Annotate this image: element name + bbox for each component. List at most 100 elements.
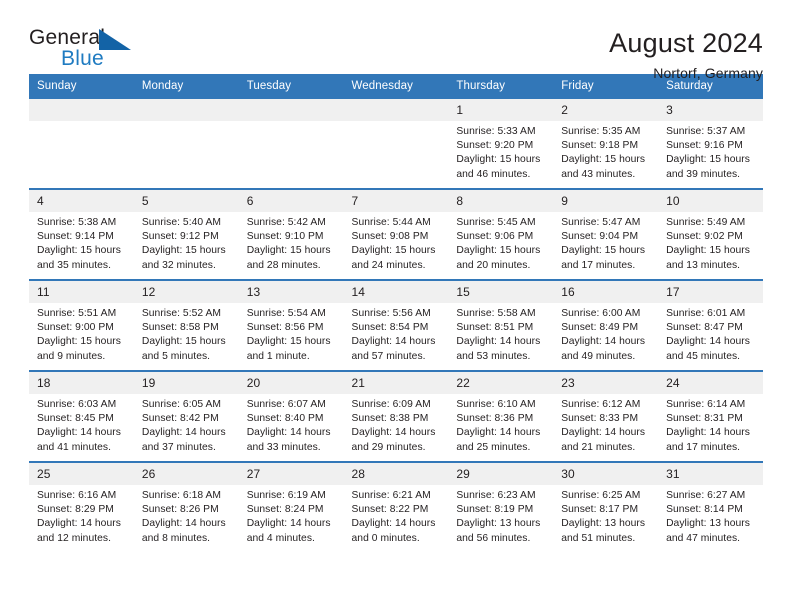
day-number: 27 bbox=[238, 463, 344, 485]
sunset-text: Sunset: 9:04 PM bbox=[561, 231, 639, 243]
calendar-day-cell[interactable]: 29 Sunrise: 6:23 AM Sunset: 8:19 PM Dayligh… bbox=[448, 461, 554, 552]
day-number bbox=[133, 99, 239, 121]
sunset-text: Sunset: 9:10 PM bbox=[246, 231, 324, 243]
sunset-text: Sunset: 9:00 PM bbox=[37, 322, 114, 334]
calendar-day-cell[interactable]: 13 Sunrise: 5:54 AM Sunset: 8:56 PM Dayligh… bbox=[238, 279, 344, 371]
calendar-day-cell[interactable]: 21 Sunrise: 6:09 AM Sunset: 8:38 PM Dayligh… bbox=[343, 370, 449, 462]
day-details: Sunrise: 5:40 AM Sunset: 9:12 PM Daylight:… bbox=[134, 212, 239, 273]
sunset-text: Sunset: 9:18 PM bbox=[561, 140, 639, 152]
calendar-day-cell[interactable]: 9 Sunrise: 5:47 AM Sunset: 9:04 PM Daylight… bbox=[553, 188, 659, 280]
daylight-text: Daylight: 14 hours and 37 minutes. bbox=[141, 427, 226, 453]
daylight-text: Daylight: 14 hours and 0 minutes. bbox=[351, 518, 436, 544]
general-blue-logo[interactable]: General Blue bbox=[29, 26, 139, 74]
calendar-day-cell[interactable]: 12 Sunrise: 5:52 AM Sunset: 8:58 PM Dayligh… bbox=[133, 279, 239, 371]
calendar-day-cell[interactable]: 2 Sunrise: 5:35 AM Sunset: 9:18 PM Daylight… bbox=[553, 99, 659, 189]
calendar-day-cell[interactable]: 20 Sunrise: 6:07 AM Sunset: 8:40 PM Dayligh… bbox=[238, 370, 344, 462]
calendar-week-row: 18 Sunrise: 6:03 AM Sunset: 8:45 PM Dayligh… bbox=[29, 370, 763, 462]
sunrise-text: Sunrise: 5:56 AM bbox=[351, 308, 431, 319]
daylight-text: Daylight: 14 hours and 8 minutes. bbox=[141, 518, 226, 544]
calendar-day-cell[interactable]: 8 Sunrise: 5:45 AM Sunset: 9:06 PM Daylight… bbox=[448, 188, 554, 280]
sunset-text: Sunset: 8:47 PM bbox=[666, 322, 743, 334]
day-details: Sunrise: 6:25 AM Sunset: 8:17 PM Daylight:… bbox=[553, 485, 658, 546]
sunset-text: Sunset: 8:17 PM bbox=[561, 504, 639, 516]
calendar-day-cell[interactable]: 25 Sunrise: 6:16 AM Sunset: 8:29 PM Dayligh… bbox=[29, 461, 134, 552]
weekday-header-thursday: Thursday bbox=[448, 74, 554, 99]
calendar-day-cell[interactable]: 16 Sunrise: 6:00 AM Sunset: 8:49 PM Dayligh… bbox=[553, 279, 659, 371]
day-details: Sunrise: 5:37 AM Sunset: 9:16 PM Daylight:… bbox=[658, 121, 763, 182]
day-details: Sunrise: 6:14 AM Sunset: 8:31 PM Daylight:… bbox=[658, 394, 763, 455]
calendar-day-cell[interactable]: 10 Sunrise: 5:49 AM Sunset: 9:02 PM Dayligh… bbox=[658, 188, 763, 280]
calendar-day-cell[interactable]: 31 Sunrise: 6:27 AM Sunset: 8:14 PM Dayligh… bbox=[658, 461, 763, 552]
day-details: Sunrise: 6:27 AM Sunset: 8:14 PM Daylight:… bbox=[658, 485, 763, 546]
calendar-day-cell[interactable]: 5 Sunrise: 5:40 AM Sunset: 9:12 PM Daylight… bbox=[133, 188, 239, 280]
day-number: 13 bbox=[238, 281, 344, 303]
calendar-day-cell[interactable]: 7 Sunrise: 5:44 AM Sunset: 9:08 PM Daylight… bbox=[343, 188, 449, 280]
calendar-day-cell[interactable]: 4 Sunrise: 5:38 AM Sunset: 9:14 PM Daylight… bbox=[29, 188, 134, 280]
sunset-text: Sunset: 9:06 PM bbox=[456, 231, 534, 243]
calendar-week-row: 1 Sunrise: 5:33 AM Sunset: 9:20 PM Daylight… bbox=[29, 99, 763, 189]
daylight-text: Daylight: 15 hours and 20 minutes. bbox=[456, 245, 541, 271]
sunrise-text: Sunrise: 5:47 AM bbox=[561, 217, 641, 228]
sunrise-text: Sunrise: 5:40 AM bbox=[141, 217, 222, 228]
daylight-text: Daylight: 14 hours and 4 minutes. bbox=[246, 518, 331, 544]
calendar-day-cell[interactable]: 19 Sunrise: 6:05 AM Sunset: 8:42 PM Dayligh… bbox=[133, 370, 239, 462]
day-details: Sunrise: 6:12 AM Sunset: 8:33 PM Daylight:… bbox=[553, 394, 658, 455]
day-details: Sunrise: 5:49 AM Sunset: 9:02 PM Daylight:… bbox=[658, 212, 763, 273]
day-details: Sunrise: 6:03 AM Sunset: 8:45 PM Daylight:… bbox=[29, 394, 134, 455]
calendar-body: 1 Sunrise: 5:33 AM Sunset: 9:20 PM Daylight… bbox=[29, 99, 763, 552]
sunrise-text: Sunrise: 5:52 AM bbox=[141, 308, 222, 319]
day-number: 29 bbox=[448, 463, 554, 485]
calendar-day-cell[interactable]: 26 Sunrise: 6:18 AM Sunset: 8:26 PM Dayligh… bbox=[133, 461, 239, 552]
sunset-text: Sunset: 8:26 PM bbox=[141, 504, 219, 516]
calendar-day-cell[interactable]: 27 Sunrise: 6:19 AM Sunset: 8:24 PM Dayligh… bbox=[238, 461, 344, 552]
calendar-day-cell[interactable]: 14 Sunrise: 5:56 AM Sunset: 8:54 PM Dayligh… bbox=[343, 279, 449, 371]
calendar-day-cell[interactable]: 17 Sunrise: 6:01 AM Sunset: 8:47 PM Dayligh… bbox=[658, 279, 763, 371]
daylight-text: Daylight: 14 hours and 41 minutes. bbox=[37, 427, 121, 453]
daylight-text: Daylight: 14 hours and 33 minutes. bbox=[246, 427, 331, 453]
calendar-week-row: 4 Sunrise: 5:38 AM Sunset: 9:14 PM Daylight… bbox=[29, 188, 763, 280]
day-number: 19 bbox=[133, 372, 239, 394]
day-details: Sunrise: 6:00 AM Sunset: 8:49 PM Daylight:… bbox=[553, 303, 658, 364]
daylight-text: Daylight: 14 hours and 21 minutes. bbox=[561, 427, 646, 453]
sunset-text: Sunset: 8:56 PM bbox=[246, 322, 324, 334]
day-number: 23 bbox=[553, 372, 659, 394]
daylight-text: Daylight: 14 hours and 25 minutes. bbox=[456, 427, 541, 453]
day-number: 25 bbox=[29, 463, 134, 485]
weekday-header-sunday: Sunday bbox=[29, 74, 134, 99]
calendar-day-cell[interactable]: 11 Sunrise: 5:51 AM Sunset: 9:00 PM Dayligh… bbox=[29, 279, 134, 371]
day-number: 21 bbox=[343, 372, 449, 394]
sunset-text: Sunset: 9:16 PM bbox=[666, 140, 743, 152]
calendar-day-cell[interactable]: 1 Sunrise: 5:33 AM Sunset: 9:20 PM Daylight… bbox=[448, 99, 554, 189]
calendar-day-cell[interactable]: 23 Sunrise: 6:12 AM Sunset: 8:33 PM Dayligh… bbox=[553, 370, 659, 462]
sunrise-text: Sunrise: 5:35 AM bbox=[561, 126, 641, 137]
day-number: 24 bbox=[658, 372, 763, 394]
calendar-day-cell[interactable]: 3 Sunrise: 5:37 AM Sunset: 9:16 PM Daylight… bbox=[658, 99, 763, 189]
sunrise-text: Sunrise: 6:19 AM bbox=[246, 490, 326, 501]
sunset-text: Sunset: 8:45 PM bbox=[37, 413, 114, 425]
day-details: Sunrise: 5:42 AM Sunset: 9:10 PM Daylight:… bbox=[239, 212, 344, 273]
day-number bbox=[238, 99, 344, 121]
sunset-text: Sunset: 8:33 PM bbox=[561, 413, 639, 425]
sunrise-text: Sunrise: 6:05 AM bbox=[141, 399, 222, 410]
page-title: August 2024 bbox=[609, 28, 763, 58]
calendar-week-row: 11 Sunrise: 5:51 AM Sunset: 9:00 PM Dayligh… bbox=[29, 279, 763, 371]
day-details: Sunrise: 5:45 AM Sunset: 9:06 PM Daylight:… bbox=[448, 212, 553, 273]
calendar-day-cell[interactable]: 15 Sunrise: 5:58 AM Sunset: 8:51 PM Dayligh… bbox=[448, 279, 554, 371]
calendar-cell-empty bbox=[133, 99, 239, 189]
calendar-day-cell[interactable]: 22 Sunrise: 6:10 AM Sunset: 8:36 PM Dayligh… bbox=[448, 370, 554, 462]
sunrise-text: Sunrise: 5:42 AM bbox=[246, 217, 326, 228]
day-number: 3 bbox=[658, 99, 763, 121]
daylight-text: Daylight: 15 hours and 43 minutes. bbox=[561, 154, 646, 180]
sunset-text: Sunset: 9:12 PM bbox=[141, 231, 219, 243]
calendar-day-cell[interactable]: 28 Sunrise: 6:21 AM Sunset: 8:22 PM Dayligh… bbox=[343, 461, 449, 552]
day-details: Sunrise: 6:19 AM Sunset: 8:24 PM Daylight:… bbox=[239, 485, 344, 546]
day-number: 10 bbox=[658, 190, 763, 212]
calendar-day-cell[interactable]: 30 Sunrise: 6:25 AM Sunset: 8:17 PM Dayligh… bbox=[553, 461, 659, 552]
day-details: Sunrise: 5:38 AM Sunset: 9:14 PM Daylight:… bbox=[29, 212, 134, 273]
calendar-day-cell[interactable]: 6 Sunrise: 5:42 AM Sunset: 9:10 PM Daylight… bbox=[238, 188, 344, 280]
calendar-day-cell[interactable]: 18 Sunrise: 6:03 AM Sunset: 8:45 PM Dayligh… bbox=[29, 370, 134, 462]
day-details: Sunrise: 5:52 AM Sunset: 8:58 PM Daylight:… bbox=[134, 303, 239, 364]
day-number bbox=[29, 99, 134, 121]
daylight-text: Daylight: 15 hours and 17 minutes. bbox=[561, 245, 646, 271]
calendar-day-cell[interactable]: 24 Sunrise: 6:14 AM Sunset: 8:31 PM Dayligh… bbox=[658, 370, 763, 462]
